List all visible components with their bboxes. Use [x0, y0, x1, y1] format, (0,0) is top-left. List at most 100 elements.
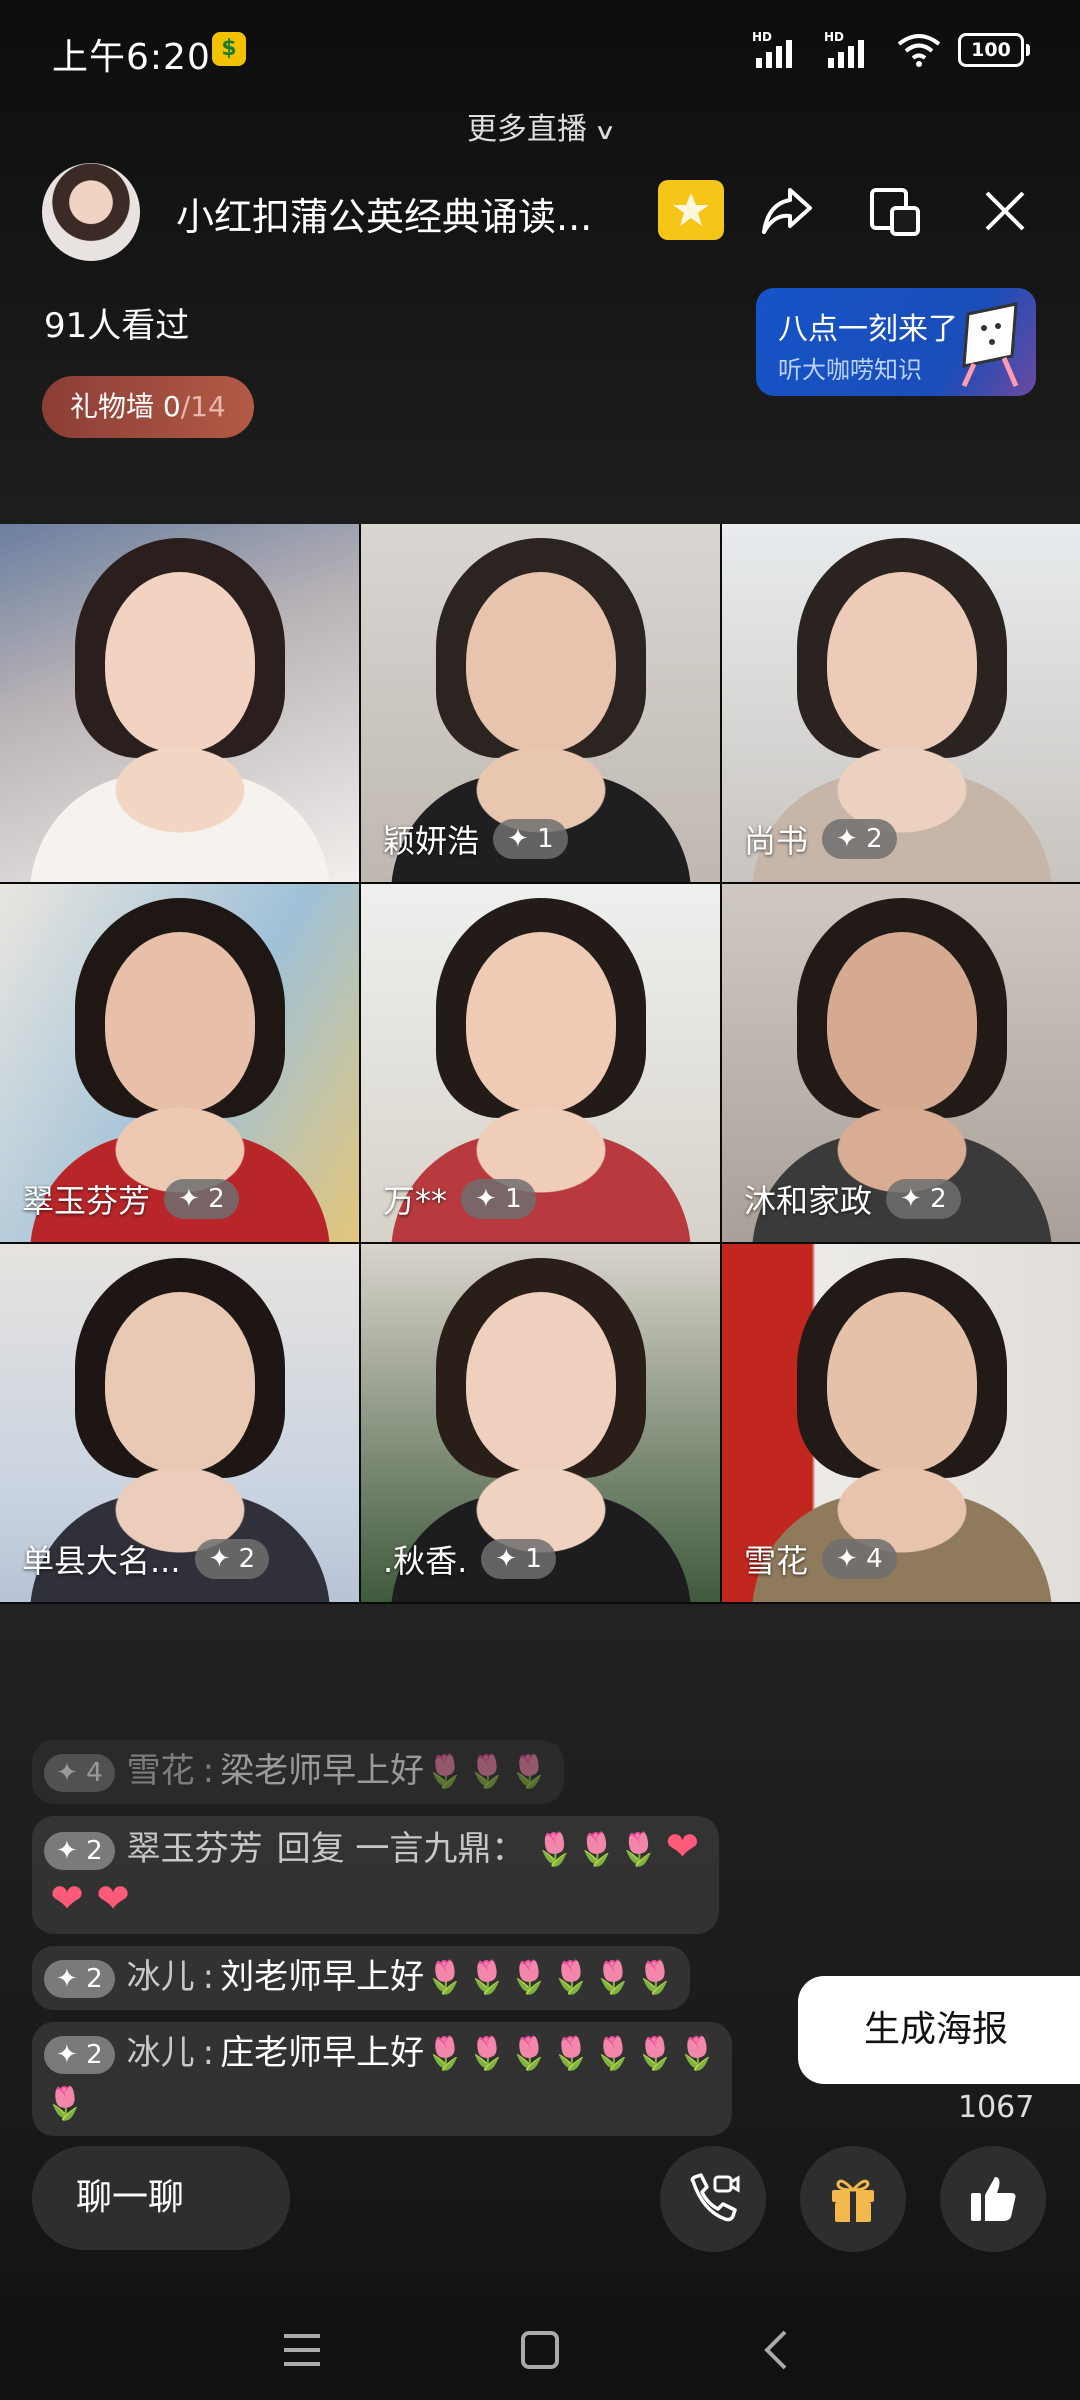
level-value: 1 — [505, 1184, 522, 1214]
level-value: 2 — [86, 2039, 103, 2070]
promo-subtitle: 听大咖唠知识 — [778, 356, 922, 384]
chat-input[interactable]: 聊一聊 — [32, 2146, 290, 2250]
video-tile[interactable] — [0, 524, 359, 882]
gift-wall-count: 0 — [162, 390, 181, 423]
gift-wall-total: /14 — [180, 390, 226, 423]
chat-username[interactable]: 冰儿 — [127, 1957, 195, 1997]
promo-banner[interactable]: 八点一刻来了 听大咖唠知识 — [756, 288, 1036, 396]
level-star-icon: ✦ — [56, 1963, 78, 1994]
chat-username[interactable]: 雪花 — [127, 1751, 195, 1791]
chat-separator: : — [202, 1751, 215, 1791]
more-live-dropdown[interactable]: 更多直播 ∨ — [0, 104, 1080, 148]
menu-icon — [284, 2334, 320, 2366]
signal-icon: HD — [824, 30, 880, 70]
video-tile[interactable]: 万** ✦ 1 — [361, 884, 720, 1242]
viewer-count: 91人看过 — [44, 306, 190, 346]
tulip-icon: 🌷 — [467, 1958, 507, 1996]
app-notification-icon: $ — [212, 32, 246, 66]
tulip-icon: 🌷 — [509, 1958, 549, 1996]
heart-icon: ❤ — [665, 1824, 700, 1870]
host-avatar[interactable] — [42, 163, 140, 261]
level-value: 2 — [208, 1184, 225, 1214]
participant-label: 单县大名... ✦ 2 — [22, 1536, 270, 1582]
chat-text: 刘老师早上好 — [220, 1957, 425, 1997]
favorite-button[interactable] — [658, 180, 724, 240]
back-icon — [764, 2330, 787, 2370]
level-value: 2 — [238, 1544, 256, 1574]
level-badge: ✦ 4 — [44, 1753, 115, 1792]
tulip-icon: 🌷 — [509, 2034, 549, 2072]
participant-name: .秋香. — [383, 1542, 468, 1580]
nav-back-button[interactable] — [746, 2322, 806, 2378]
level-value: 4 — [86, 1757, 103, 1788]
video-tile[interactable]: .秋香. ✦ 1 — [361, 1244, 720, 1602]
video-call-button[interactable] — [660, 2146, 766, 2252]
close-button[interactable] — [974, 180, 1036, 242]
home-icon — [521, 2331, 559, 2369]
chat-message[interactable]: ✦ 2 冰儿: 刘老师早上好🌷🌷🌷🌷🌷🌷 — [32, 1946, 691, 2010]
level-badge: ✦ 2 — [164, 1179, 239, 1219]
tulip-icon: 🌷 — [593, 2034, 633, 2072]
video-tile[interactable]: 颖妍浩 ✦ 1 — [361, 524, 720, 882]
tulip-icon: 🌷 — [551, 2034, 591, 2072]
tulip-icon: 🌷 — [425, 1752, 465, 1790]
level-badge: ✦ 2 — [886, 1179, 961, 1219]
level-star-icon: ✦ — [208, 1544, 231, 1574]
room-title[interactable]: 小红扣蒲公英经典诵读... — [176, 186, 636, 241]
participant-name: 沐和家政 — [744, 1182, 873, 1220]
video-tile[interactable]: 沐和家政 ✦ 2 — [722, 884, 1080, 1242]
gift-icon — [832, 2179, 874, 2222]
video-tile[interactable]: 尚书 ✦ 2 — [722, 524, 1080, 882]
video-tile[interactable]: 翠玉芬芳 ✦ 2 — [0, 884, 359, 1242]
gift-wall-label: 礼物墙 — [70, 390, 155, 423]
heart-icon: ❤ — [50, 1876, 84, 1922]
level-value: 2 — [86, 1835, 103, 1866]
gift-button[interactable] — [800, 2146, 906, 2252]
chat-username[interactable]: 翠玉芬芳 — [127, 1829, 263, 1869]
chat-text: 梁老师早上好 — [220, 1751, 425, 1791]
promo-title: 八点一刻来了 — [778, 312, 958, 347]
participant-label: 万** ✦ 1 — [383, 1176, 536, 1222]
chat-username[interactable]: 冰儿 — [127, 2033, 195, 2073]
level-star-icon: ✦ — [475, 1184, 497, 1214]
chat-message[interactable]: ✦ 4 雪花: 梁老师早上好🌷🌷🌷 — [32, 1740, 565, 1804]
generate-poster-button[interactable]: 生成海报 — [798, 1976, 1080, 2084]
system-navigation-bar — [0, 2296, 1080, 2400]
more-live-label: 更多直播 — [466, 112, 587, 147]
tulip-icon: 🌷 — [425, 1958, 465, 1996]
tulip-icon: 🌷 — [593, 1958, 633, 1996]
signal-icon: HD — [752, 30, 808, 70]
video-tile[interactable]: 单县大名... ✦ 2 — [0, 1244, 359, 1602]
participant-name: 翠玉芬芳 — [22, 1182, 151, 1220]
chat-message[interactable]: ✦ 2 翠玉芬芳 回复 一言九鼎： 🌷🌷🌷 ❤ ❤ ❤ — [32, 1816, 720, 1934]
status-time: 上午6:20 — [52, 37, 211, 78]
tulip-icon: 🌷 — [509, 1752, 549, 1790]
nav-menu-button[interactable] — [272, 2322, 332, 2378]
chat-separator: : — [202, 2033, 215, 2073]
video-tile[interactable]: 雪花 ✦ 4 — [722, 1244, 1080, 1602]
level-value: 2 — [866, 824, 883, 854]
level-star-icon: ✦ — [56, 1757, 78, 1788]
like-button[interactable] — [940, 2146, 1046, 2252]
pip-icon — [870, 188, 920, 236]
level-badge: ✦ 1 — [493, 819, 568, 859]
participant-label: 颖妍浩 ✦ 1 — [383, 816, 568, 862]
participant-label: 翠玉芬芳 ✦ 2 — [22, 1176, 239, 1222]
level-star-icon: ✦ — [900, 1184, 922, 1214]
level-value: 4 — [866, 1544, 883, 1574]
nav-home-button[interactable] — [510, 2322, 570, 2378]
chevron-down-icon: ∨ — [593, 120, 617, 145]
share-button[interactable] — [756, 180, 818, 242]
tulip-icon: 🌷 — [467, 2034, 507, 2072]
level-star-icon: ✦ — [836, 1544, 858, 1574]
tulip-icon: 🌷 — [425, 2034, 465, 2072]
gift-wall-button[interactable]: 礼物墙 0/14 — [42, 376, 254, 438]
participant-name: 颖妍浩 — [383, 822, 480, 860]
participant-label: 沐和家政 ✦ 2 — [744, 1176, 961, 1222]
level-badge: ✦ 2 — [44, 1831, 115, 1870]
level-value: 1 — [537, 824, 554, 854]
tulip-icon: 🌷 — [45, 2084, 85, 2122]
chat-message[interactable]: ✦ 2 冰儿: 庄老师早上好🌷🌷🌷🌷🌷🌷🌷 🌷 — [32, 2022, 733, 2136]
level-star-icon: ✦ — [56, 2039, 78, 2070]
floating-window-button[interactable] — [864, 180, 926, 242]
